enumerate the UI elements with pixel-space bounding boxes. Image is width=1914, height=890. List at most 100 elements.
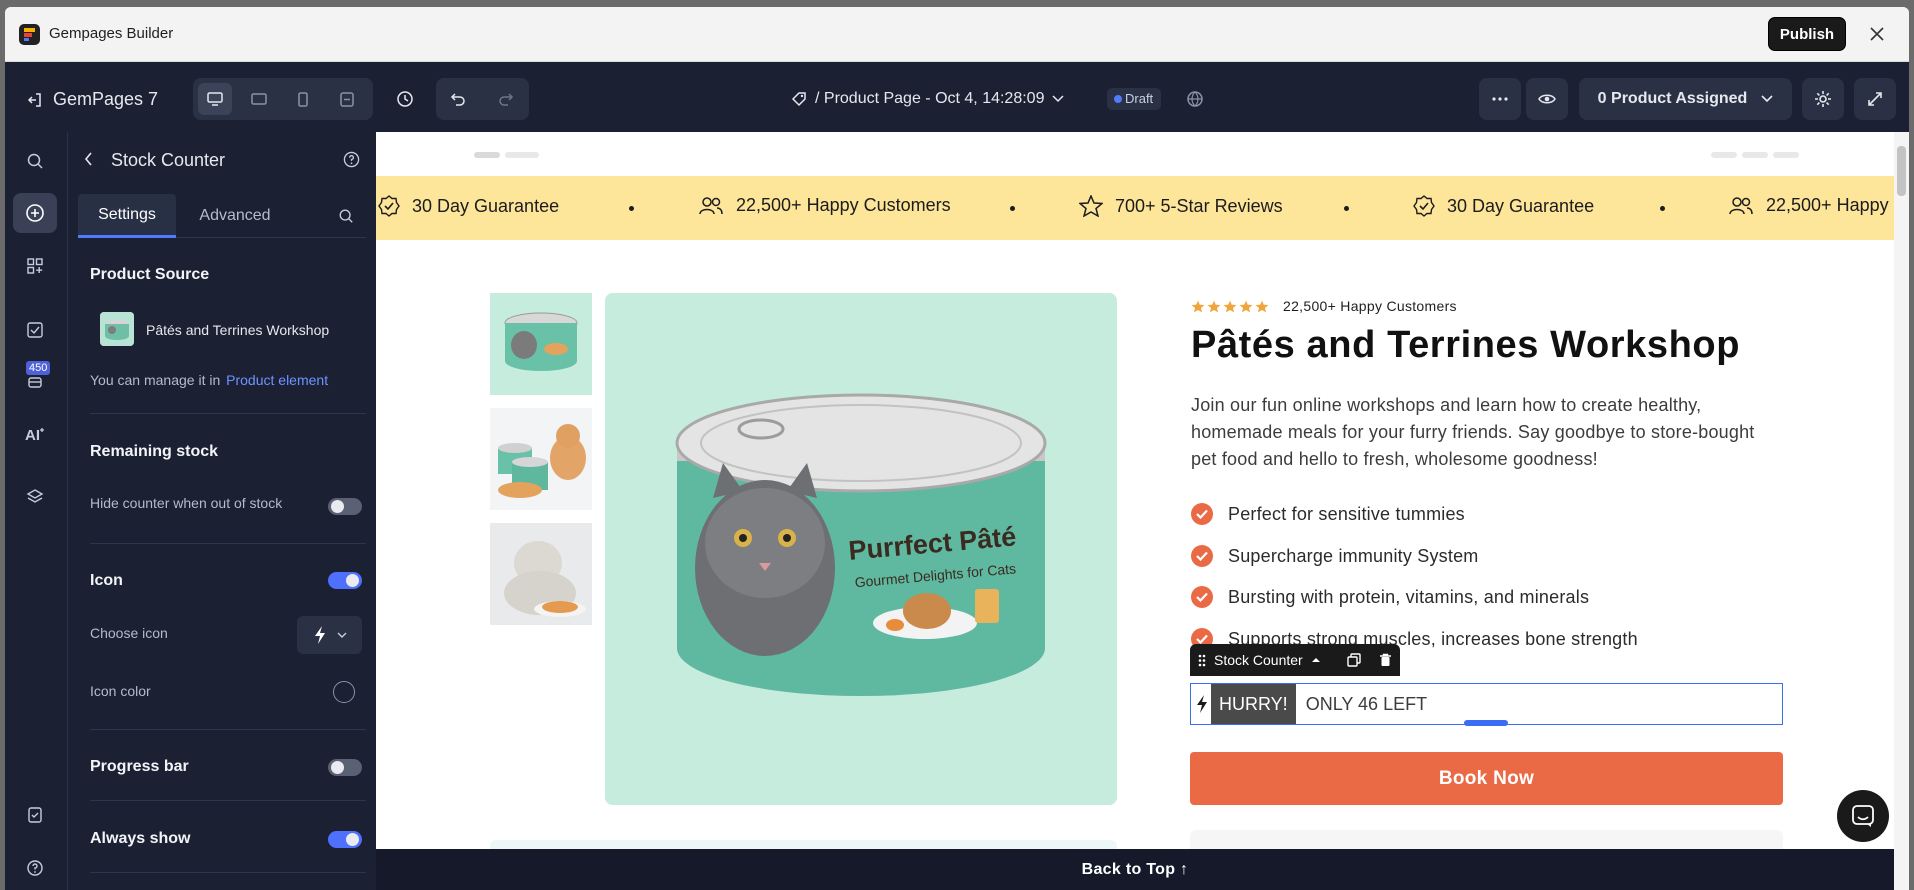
- help-circle-icon[interactable]: [343, 151, 360, 168]
- gallery-thumbnail[interactable]: [490, 523, 592, 625]
- layers-icon[interactable]: [13, 477, 57, 517]
- preview-eye-icon[interactable]: [1526, 78, 1568, 120]
- review-summary: 22,500+ Happy Customers: [1191, 298, 1457, 314]
- skeleton-bar: [1742, 152, 1768, 158]
- skeleton-bar: [505, 152, 539, 158]
- review-count-text: 22,500+ Happy Customers: [1283, 298, 1457, 314]
- skeleton-bar: [1773, 152, 1799, 158]
- settings-gear-icon[interactable]: [1802, 78, 1844, 120]
- canvas-scrollbar[interactable]: [1894, 132, 1909, 890]
- feature-item: Bursting with protein, vitamins, and min…: [1191, 586, 1589, 608]
- icon-toggle[interactable]: [328, 572, 362, 589]
- checklist-icon[interactable]: [13, 795, 57, 835]
- undo-redo-group: [436, 78, 529, 120]
- close-icon[interactable]: [1867, 24, 1887, 44]
- add-element-icon[interactable]: [13, 193, 57, 233]
- marquee-item: 22,500+ Happy Customers: [698, 195, 951, 216]
- stock-remaining-text: ONLY 46 LEFT: [1305, 693, 1428, 714]
- product-assigned-dropdown[interactable]: 0 Product Assigned: [1579, 78, 1792, 120]
- duplicate-icon[interactable]: [1347, 653, 1361, 667]
- product-element-link[interactable]: Product element: [226, 372, 328, 388]
- resize-handle[interactable]: [1464, 720, 1508, 726]
- back-to-top-button[interactable]: Back to Top ↑: [376, 849, 1894, 890]
- gallery-thumbnail[interactable]: [490, 408, 592, 510]
- stock-counter-element-label[interactable]: Stock Counter: [1190, 644, 1400, 676]
- hurry-label: HURRY!: [1211, 684, 1296, 724]
- panel-tabs: Settings Advanced: [78, 194, 366, 238]
- star-icon: [1223, 300, 1237, 312]
- caret-up-icon[interactable]: [1311, 657, 1321, 663]
- draft-status-badge: Draft: [1107, 88, 1162, 110]
- tab-advanced[interactable]: Advanced: [186, 194, 284, 238]
- redo-icon[interactable]: [488, 81, 524, 117]
- progress-bar-toggle[interactable]: [328, 759, 362, 776]
- lightning-icon: [1197, 695, 1207, 713]
- product-source-name: Pâtés and Terrines Workshop: [146, 322, 330, 338]
- hide-counter-toggle[interactable]: [328, 498, 362, 515]
- always-show-title: Always show: [90, 830, 191, 847]
- always-show-toggle[interactable]: [328, 831, 362, 848]
- undo-icon[interactable]: [440, 81, 476, 117]
- product-source-title: Product Source: [90, 266, 210, 283]
- help-icon[interactable]: [13, 848, 57, 888]
- drag-handle-icon[interactable]: [1198, 654, 1206, 667]
- page-selector[interactable]: / Product Page - Oct 4, 14:28:09: [791, 90, 1064, 108]
- marquee-separator: [1660, 206, 1665, 211]
- page-sections-icon[interactable]: [13, 310, 57, 350]
- users-icon: [1729, 196, 1753, 214]
- skeleton-bar: [1711, 152, 1737, 158]
- settings-panel: Stock Counter Settings Advanced Product …: [68, 132, 376, 890]
- stock-counter[interactable]: HURRY! ONLY 46 LEFT: [1190, 683, 1783, 725]
- search-icon[interactable]: [338, 208, 354, 224]
- product-assigned-label: 0 Product Assigned: [1597, 90, 1748, 107]
- responsive-view-icon[interactable]: [330, 83, 364, 115]
- left-rail: 450 AI: [5, 132, 68, 890]
- feature-text: Perfect for sensitive tummies: [1228, 503, 1465, 524]
- lightning-icon: [314, 626, 325, 644]
- check-icon: [1191, 545, 1213, 567]
- page-canvas: 30 Day Guarantee 22,500+ Happy Customers…: [376, 132, 1894, 890]
- badge-check-icon: [1413, 195, 1435, 217]
- feature-item: Supercharge immunity System: [1191, 545, 1479, 567]
- rating-stars: [1191, 300, 1269, 313]
- manage-text: You can manage it in: [90, 372, 221, 388]
- hide-counter-label: Hide counter when out of stock: [90, 495, 283, 511]
- desktop-view-icon[interactable]: [198, 83, 232, 115]
- star-icon: [1255, 300, 1269, 312]
- badge-check-icon: [378, 195, 400, 217]
- fullscreen-icon[interactable]: [1854, 78, 1896, 120]
- marquee-text: 22,500+ Happy Customers: [736, 195, 951, 215]
- library-icon[interactable]: [13, 361, 57, 401]
- ai-icon[interactable]: AI: [13, 414, 57, 454]
- gallery-thumbnail[interactable]: [490, 293, 592, 395]
- apps-icon[interactable]: [13, 246, 57, 286]
- panel-header: Stock Counter: [68, 132, 376, 187]
- editor-toolbar: GemPages 7 / Product Page - Oct 4, 14:28…: [5, 62, 1909, 132]
- more-options-icon[interactable]: [1479, 78, 1521, 120]
- mobile-view-icon[interactable]: [286, 83, 320, 115]
- chevron-left-icon[interactable]: [84, 152, 94, 166]
- history-icon[interactable]: [387, 81, 423, 117]
- publish-button[interactable]: Publish: [1768, 17, 1846, 51]
- product-description: Join our fun online workshops and learn …: [1191, 395, 1755, 469]
- star-icon: [1079, 195, 1103, 217]
- choose-icon-label: Choose icon: [90, 625, 168, 641]
- icon-color-swatch[interactable]: [333, 681, 355, 703]
- scrollbar-thumb[interactable]: [1897, 146, 1906, 196]
- tab-settings[interactable]: Settings: [78, 194, 176, 238]
- book-now-button[interactable]: Book Now: [1190, 752, 1783, 805]
- icon-section-title: Icon: [90, 572, 123, 589]
- window-title: Gempages Builder: [49, 25, 174, 42]
- divider: [90, 872, 366, 873]
- marquee-item: 30 Day Guarantee: [1413, 195, 1594, 217]
- search-icon[interactable]: [13, 141, 57, 181]
- globe-icon[interactable]: [1177, 81, 1213, 117]
- tablet-landscape-icon[interactable]: [242, 83, 276, 115]
- chevron-down-icon: [1052, 95, 1064, 103]
- trash-icon[interactable]: [1379, 653, 1392, 667]
- users-icon: [699, 196, 723, 214]
- marquee-text: 22,500+ Happy C: [1766, 195, 1894, 215]
- exit-editor-button[interactable]: GemPages 7: [27, 89, 158, 110]
- choose-icon-select[interactable]: [297, 616, 362, 654]
- chat-icon[interactable]: [1837, 790, 1889, 842]
